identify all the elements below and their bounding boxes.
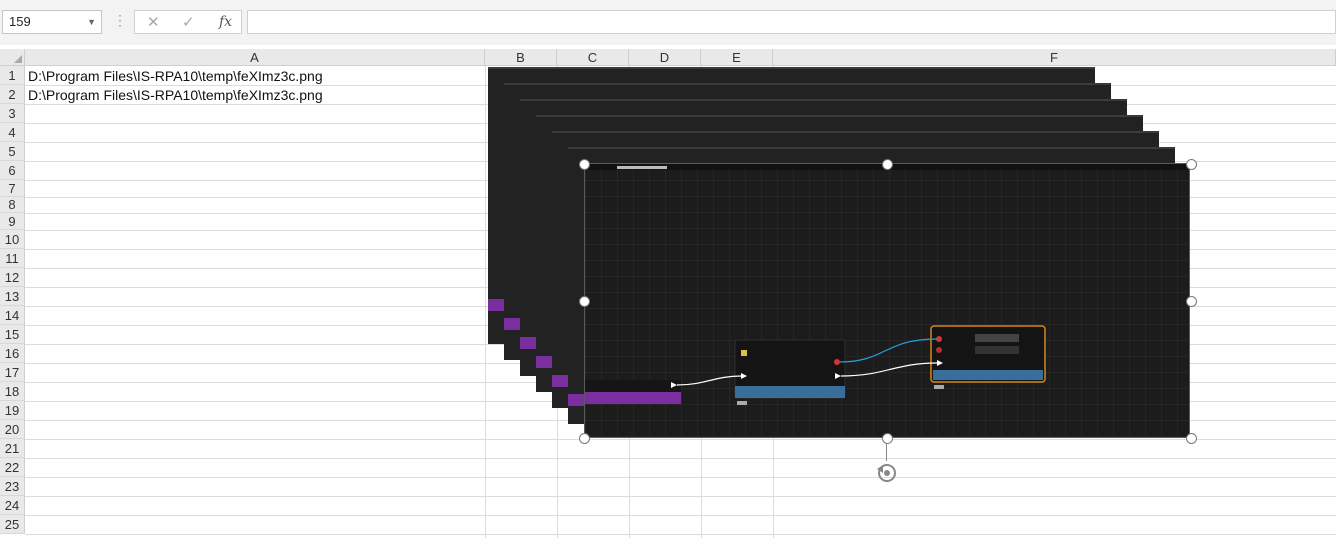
formula-buttons: ✕ ✓ fx — [134, 10, 242, 34]
cell-a1[interactable]: D:\Program Files\IS-RPA10\temp\feXImz3c.… — [28, 68, 323, 84]
lightning-icon — [741, 350, 747, 356]
chevron-down-icon[interactable]: ▼ — [87, 11, 96, 33]
column-header-c[interactable]: C — [557, 49, 629, 66]
name-box-value: 159 — [9, 14, 31, 29]
node-tag — [934, 385, 944, 389]
row-header[interactable]: 22 — [0, 458, 25, 477]
row-header[interactable]: 19 — [0, 401, 25, 420]
exec-wire — [676, 375, 742, 386]
resize-handle[interactable] — [1186, 159, 1197, 170]
purple-node — [552, 375, 568, 387]
row-header[interactable]: 10 — [0, 230, 25, 249]
row-header[interactable]: 9 — [0, 213, 25, 230]
resize-handle[interactable] — [579, 159, 590, 170]
column-header-e[interactable]: E — [701, 49, 773, 66]
purple-node — [536, 356, 552, 368]
grid-line — [25, 458, 1336, 459]
grid-line — [25, 515, 1336, 516]
more-options-icon[interactable]: ⋮ — [113, 12, 127, 29]
select-all-button[interactable] — [0, 49, 25, 66]
row-header[interactable]: 21 — [0, 439, 25, 458]
resize-handle[interactable] — [579, 433, 590, 444]
close-icon[interactable]: ✕ — [147, 13, 160, 31]
resize-handle[interactable] — [882, 433, 893, 444]
left-node-body — [585, 392, 681, 404]
column-header-d[interactable]: D — [629, 49, 701, 66]
data-pin — [936, 347, 942, 353]
grid-line — [485, 66, 486, 538]
row-header[interactable]: 13 — [0, 287, 25, 306]
row-header[interactable]: 20 — [0, 420, 25, 439]
row-header[interactable]: 3 — [0, 104, 25, 123]
row-header[interactable]: 1 — [0, 66, 25, 85]
node-graph — [585, 164, 1189, 405]
check-icon[interactable]: ✓ — [182, 13, 195, 31]
purple-node — [488, 299, 504, 311]
row-header[interactable]: 6 — [0, 161, 25, 180]
grid-line — [25, 439, 1336, 440]
row-header[interactable]: 18 — [0, 382, 25, 401]
spreadsheet-grid: A B C D E F 1 2 3 4 5 6 7 8 9 10 11 12 1… — [0, 45, 1336, 538]
formula-input[interactable] — [247, 10, 1336, 34]
column-header-b[interactable]: B — [485, 49, 557, 66]
row-header[interactable]: 5 — [0, 142, 25, 161]
middle-node-footer — [735, 386, 845, 398]
row-header[interactable]: 23 — [0, 477, 25, 496]
resize-handle[interactable] — [1186, 296, 1197, 307]
selected-picture[interactable] — [584, 163, 1190, 438]
formula-bar: 159 ▼ ⋮ ✕ ✓ fx — [0, 0, 1336, 45]
resize-handle[interactable] — [1186, 433, 1197, 444]
node-tag — [737, 401, 747, 405]
purple-node — [504, 318, 520, 330]
row-header[interactable]: 15 — [0, 325, 25, 344]
fx-icon[interactable]: fx — [219, 14, 232, 30]
resize-handle[interactable] — [579, 296, 590, 307]
left-node-header — [585, 380, 681, 392]
exec-wire — [840, 362, 938, 377]
data-wire — [839, 338, 938, 363]
rotate-handle-icon[interactable] — [875, 461, 899, 485]
row-header[interactable]: 12 — [0, 268, 25, 287]
row-header[interactable]: 24 — [0, 496, 25, 515]
row-header[interactable]: 16 — [0, 344, 25, 363]
row-header[interactable]: 11 — [0, 249, 25, 268]
grid-line — [25, 534, 1336, 535]
titlebar-tab — [617, 166, 667, 169]
purple-node — [568, 394, 584, 406]
grid-line — [25, 496, 1336, 497]
data-pin — [834, 359, 840, 365]
resize-handle[interactable] — [882, 159, 893, 170]
rotate-stem — [886, 443, 887, 461]
row-header[interactable]: 4 — [0, 123, 25, 142]
cell-a2[interactable]: D:\Program Files\IS-RPA10\temp\feXImz3c.… — [28, 87, 323, 103]
node-input-field — [975, 334, 1019, 342]
column-header-f[interactable]: F — [773, 49, 1336, 66]
row-header[interactable]: 8 — [0, 197, 25, 213]
grid-line — [25, 477, 1336, 478]
row-header[interactable]: 2 — [0, 85, 25, 104]
node-input-field — [975, 346, 1019, 354]
row-header[interactable]: 25 — [0, 515, 25, 534]
row-header[interactable]: 17 — [0, 363, 25, 382]
row-header[interactable]: 7 — [0, 180, 25, 197]
row-header[interactable]: 14 — [0, 306, 25, 325]
right-node-footer — [933, 370, 1043, 380]
purple-node — [520, 337, 536, 349]
column-header-a[interactable]: A — [25, 49, 485, 66]
name-box[interactable]: 159 ▼ — [2, 10, 102, 34]
